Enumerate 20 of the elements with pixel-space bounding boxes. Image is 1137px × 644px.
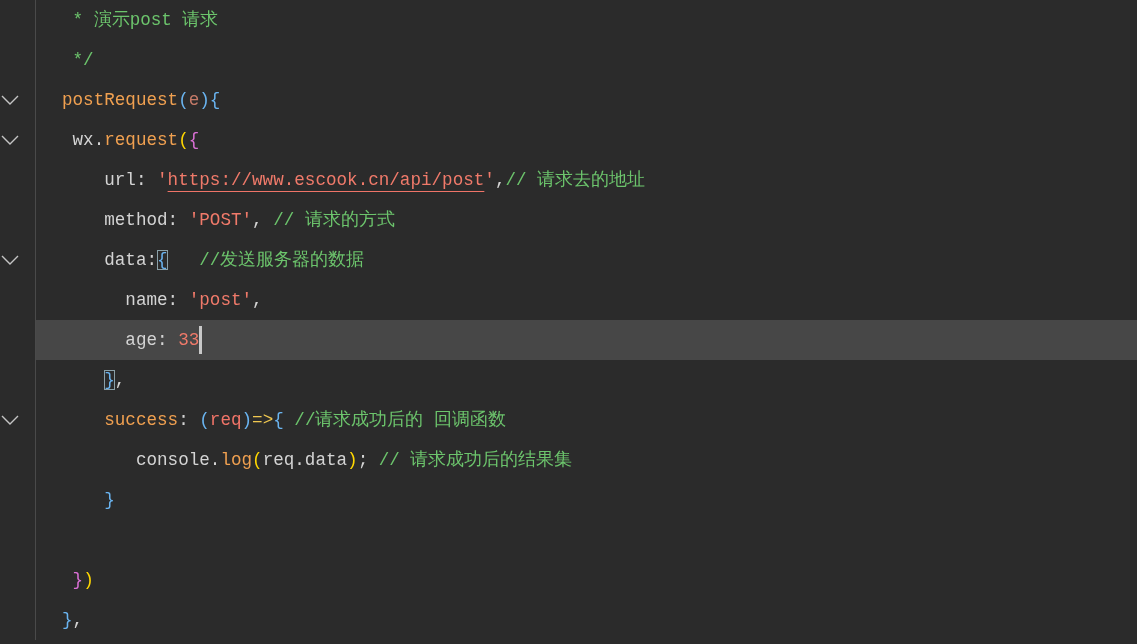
fold-chevron-icon[interactable] [1, 415, 19, 425]
code-line: }) [71, 569, 94, 592]
code-line: }, [62, 609, 84, 632]
code-line: * 演示post 请求 [71, 9, 219, 32]
code-line: method: 'POST', // 请求的方式 [103, 209, 395, 232]
code-line: console.log(req.data); // 请求成功后的结果集 [134, 449, 573, 472]
code-line: url: 'https://www.escook.cn/api/post',// 请求去的地址 [103, 169, 646, 192]
code-line: data:{ //发送服务器的数据 [103, 249, 365, 272]
fold-chevron-icon[interactable] [1, 95, 19, 105]
code-line: age: 33 [124, 329, 200, 352]
code-line: }, [103, 369, 126, 392]
code-line: wx.request({ [71, 129, 200, 152]
fold-chevron-icon[interactable] [1, 255, 19, 265]
code-line: */ [71, 49, 94, 72]
text-cursor [199, 326, 203, 354]
code-line: success: (req)=>{ //请求成功后的 回调函数 [103, 409, 506, 432]
code-line: } [103, 489, 115, 512]
code-line: postRequest(e){ [62, 89, 221, 112]
code-line: name: 'post', [124, 289, 263, 312]
fold-chevron-icon[interactable] [1, 135, 19, 145]
